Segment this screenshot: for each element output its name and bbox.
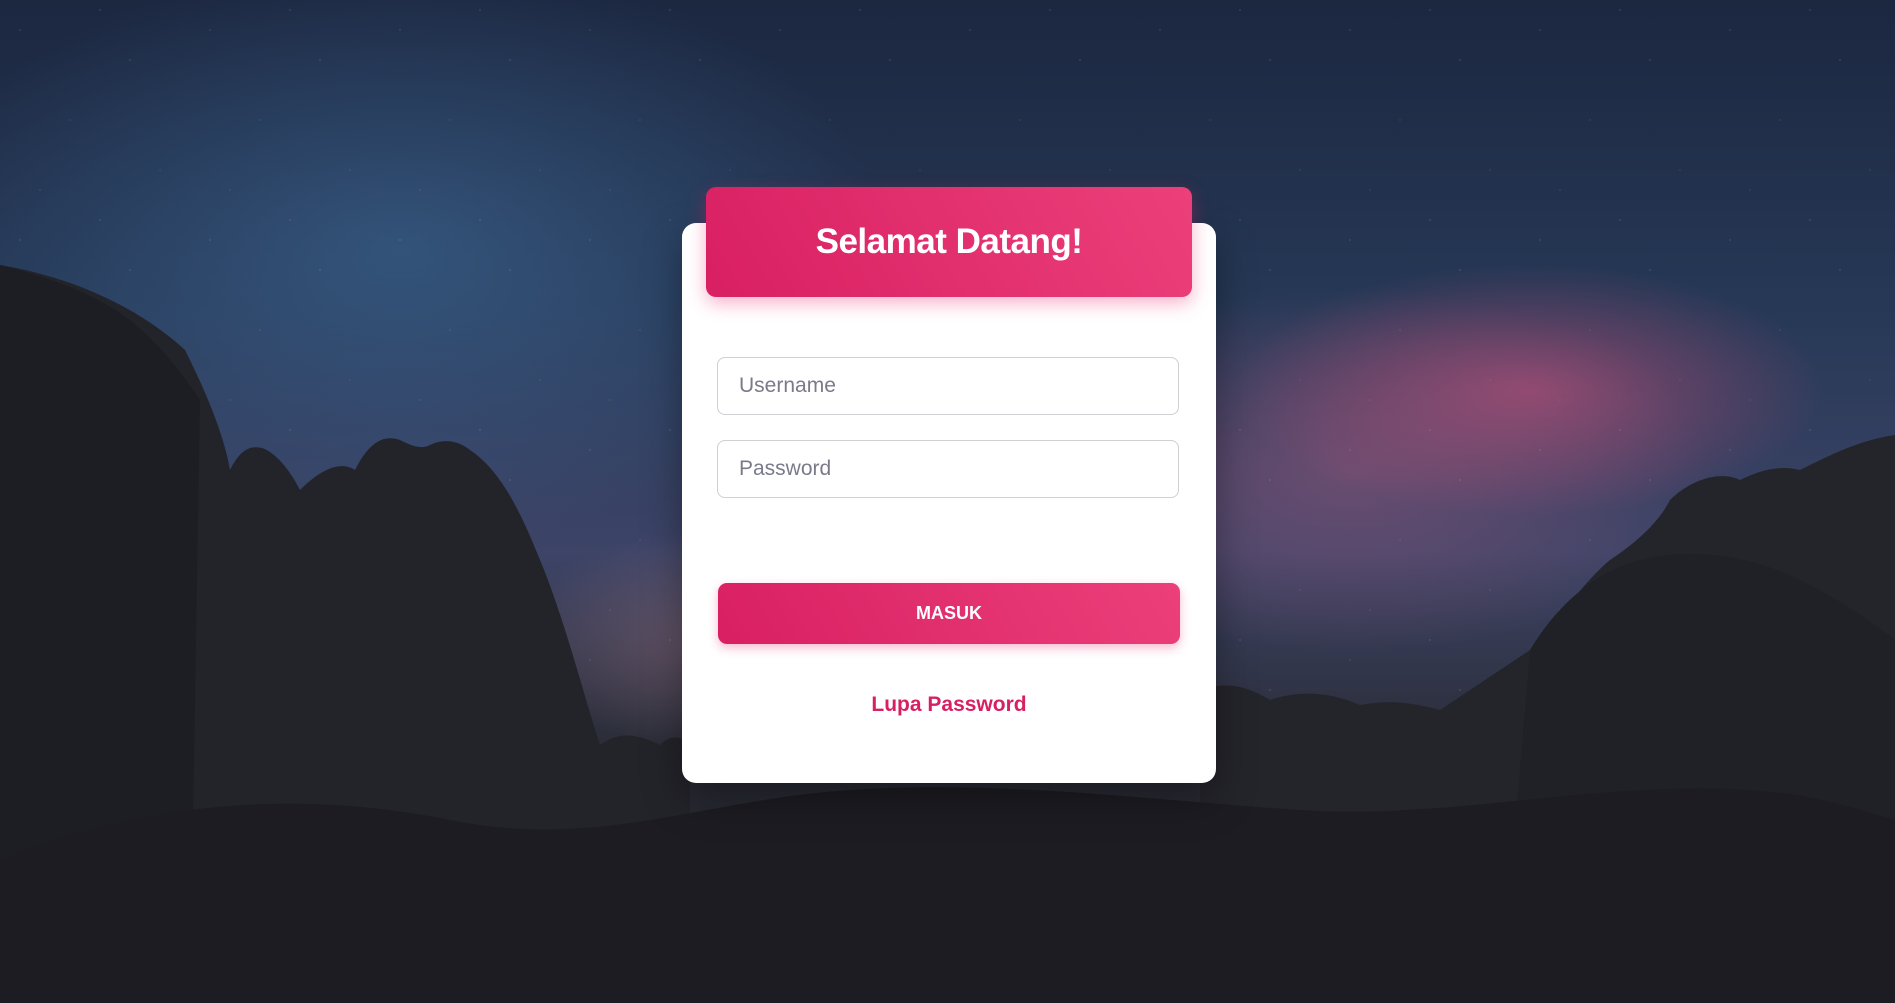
password-input[interactable] — [717, 440, 1179, 498]
login-button[interactable]: MASUK — [718, 583, 1180, 644]
login-card: Selamat Datang! MASUK Lupa Password — [682, 187, 1216, 783]
login-card-header: Selamat Datang! — [706, 187, 1192, 297]
forgot-password-link[interactable]: Lupa Password — [682, 693, 1216, 717]
login-title: Selamat Datang! — [815, 222, 1083, 261]
username-input[interactable] — [717, 357, 1179, 415]
